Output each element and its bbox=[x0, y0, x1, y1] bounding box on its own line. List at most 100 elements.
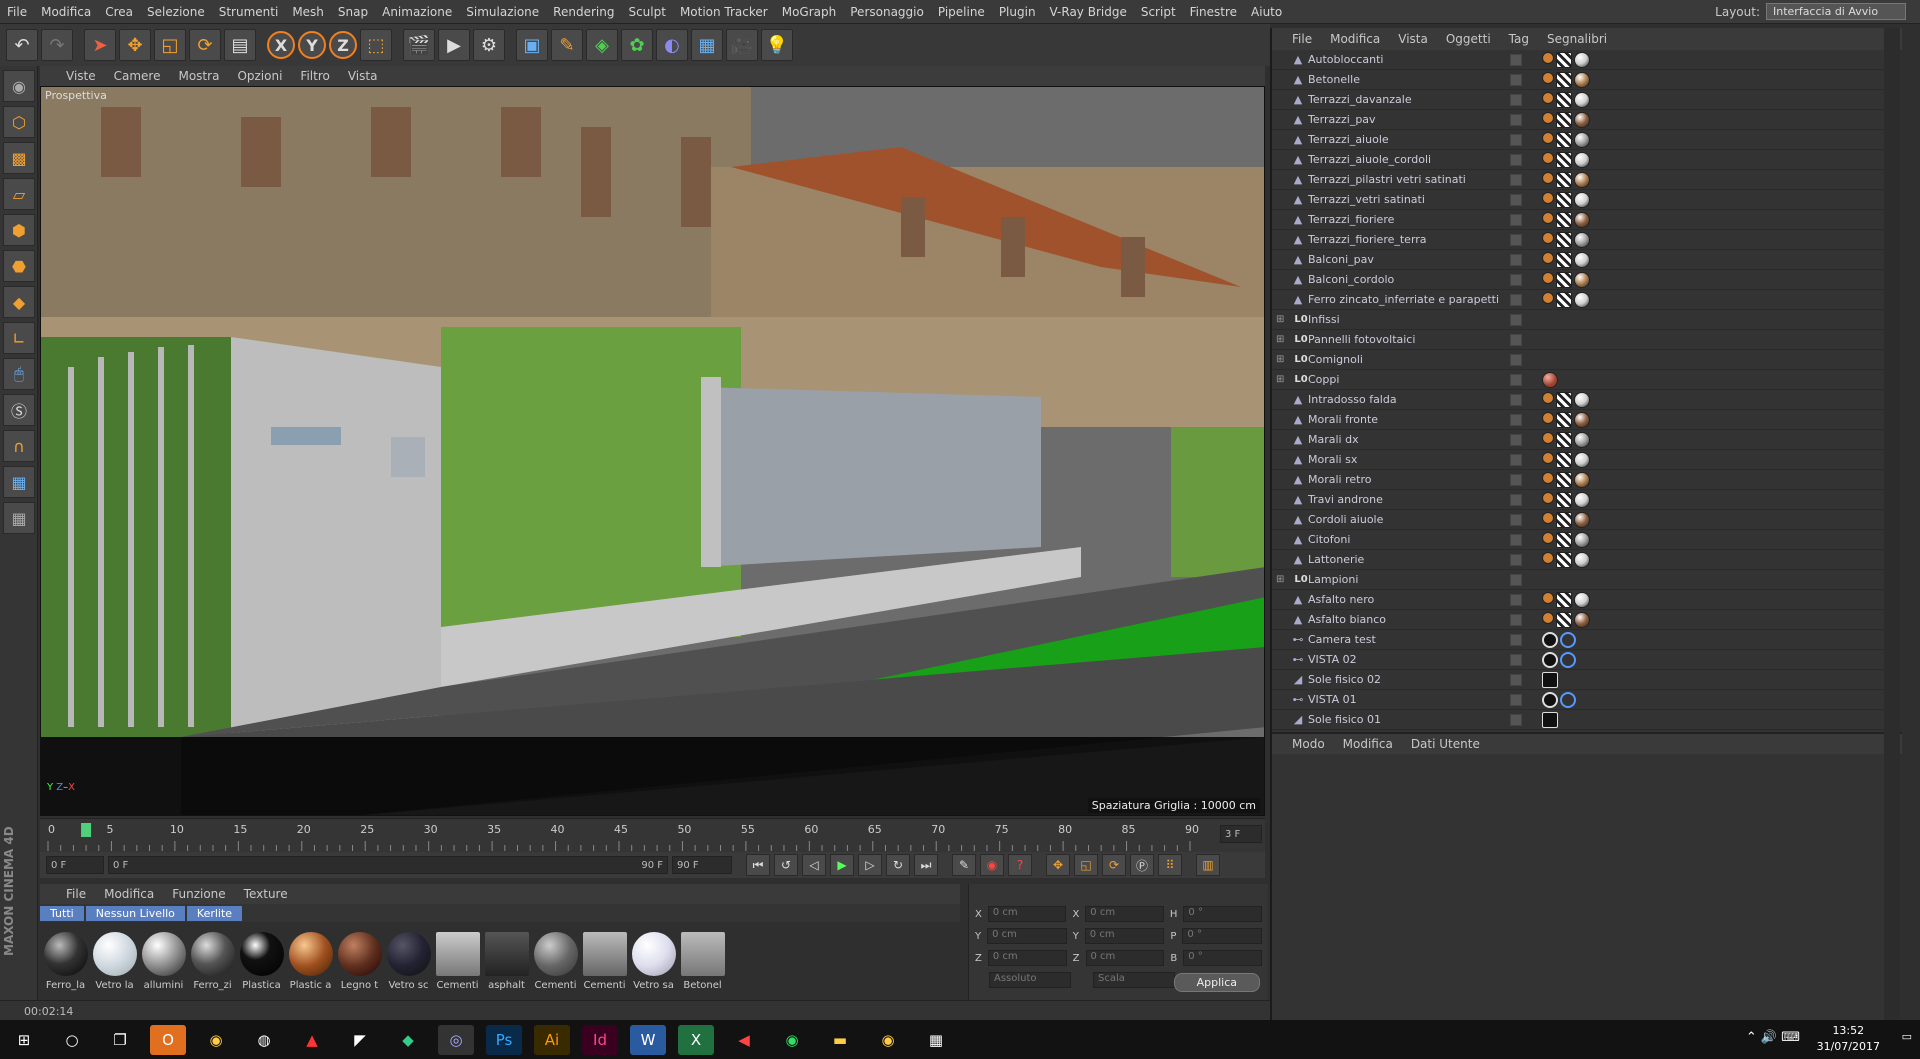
uvw-tag-icon[interactable] bbox=[1556, 271, 1572, 288]
axis-mode-icon[interactable]: ∟ bbox=[3, 322, 35, 354]
visibility-toggle[interactable] bbox=[1510, 653, 1522, 666]
object-row[interactable]: ⊷ Camera test bbox=[1272, 630, 1887, 650]
phong-tag-icon[interactable] bbox=[1542, 291, 1554, 304]
object-menu-item[interactable]: Modifica bbox=[1330, 32, 1380, 46]
pos-y-field[interactable]: 0 cm bbox=[987, 928, 1067, 944]
material-tag-icon[interactable] bbox=[1574, 611, 1590, 628]
task-view-icon[interactable]: ❐ bbox=[102, 1025, 138, 1055]
edges-mode-icon[interactable]: ⬣ bbox=[3, 250, 35, 282]
phong-tag-icon[interactable] bbox=[1542, 611, 1554, 624]
material-tag-icon[interactable] bbox=[1542, 371, 1558, 388]
keyframe-selection-icon[interactable]: ? bbox=[1008, 854, 1032, 876]
material-item[interactable]: Vetro sc bbox=[385, 932, 432, 1000]
object-row[interactable]: ▲ Terrazzi_pilastri vetri satinati bbox=[1272, 170, 1887, 190]
menu-item[interactable]: Animazione bbox=[375, 5, 459, 19]
object-menu-item[interactable]: File bbox=[1292, 32, 1312, 46]
material-item[interactable]: Cementi bbox=[532, 932, 579, 1000]
next-frame-icon[interactable]: ▷ bbox=[858, 854, 882, 876]
word-icon[interactable]: W bbox=[630, 1024, 666, 1055]
make-editable-icon[interactable]: ◉ bbox=[3, 70, 35, 102]
uvw-tag-icon[interactable] bbox=[1556, 411, 1572, 428]
object-row[interactable]: ▲ Cordoli aiuole bbox=[1272, 510, 1887, 530]
menu-item[interactable]: Motion Tracker bbox=[673, 5, 775, 19]
material-tab[interactable]: Tutti bbox=[40, 905, 84, 921]
search-icon[interactable]: ○ bbox=[54, 1025, 90, 1055]
uvw-tag-icon[interactable] bbox=[1556, 551, 1572, 568]
uvw-tag-icon[interactable] bbox=[1556, 291, 1572, 308]
material-tag-icon[interactable] bbox=[1574, 491, 1590, 508]
light-icon[interactable]: 💡 bbox=[761, 29, 793, 61]
material-tag-icon[interactable] bbox=[1574, 411, 1590, 428]
object-row[interactable]: ▲ Asfalto bianco bbox=[1272, 610, 1887, 630]
object-row[interactable]: ▲ Terrazzi_vetri satinati bbox=[1272, 190, 1887, 210]
subdivision-icon[interactable]: ◈ bbox=[586, 29, 618, 61]
menu-item[interactable]: Modifica bbox=[34, 5, 98, 19]
object-row[interactable]: ⊞ L0 Coppi bbox=[1272, 370, 1887, 390]
play-icon[interactable]: ▶ bbox=[830, 854, 854, 876]
visibility-toggle[interactable] bbox=[1510, 633, 1522, 646]
material-item[interactable]: Legno t bbox=[336, 932, 383, 1000]
object-row[interactable]: ▲ Morali retro bbox=[1272, 470, 1887, 490]
uvw-tag-icon[interactable] bbox=[1556, 91, 1572, 108]
object-row[interactable]: ▲ Terrazzi_fioriere_terra bbox=[1272, 230, 1887, 250]
sketchup-icon[interactable]: ◆ bbox=[390, 1025, 426, 1055]
visibility-toggle[interactable] bbox=[1510, 293, 1522, 306]
material-tag-icon[interactable] bbox=[1574, 211, 1590, 228]
viewport-menu-item[interactable]: Viste bbox=[66, 69, 96, 83]
visibility-toggle[interactable] bbox=[1510, 373, 1522, 386]
phong-tag-icon[interactable] bbox=[1542, 451, 1554, 464]
menu-item[interactable]: Simulazione bbox=[459, 5, 546, 19]
material-item[interactable]: Vetro la bbox=[91, 932, 138, 1000]
uvw-tag-icon[interactable] bbox=[1556, 451, 1572, 468]
recent-tools-icon[interactable]: ▤ bbox=[224, 29, 256, 61]
coord-system-icon[interactable]: ⬚ bbox=[360, 29, 392, 61]
visibility-toggle[interactable] bbox=[1510, 173, 1522, 186]
object-row[interactable]: ▲ Betonelle bbox=[1272, 70, 1887, 90]
object-menu-item[interactable]: Vista bbox=[1398, 32, 1428, 46]
file-explorer-icon[interactable]: ▬ bbox=[822, 1025, 858, 1055]
phong-tag-icon[interactable] bbox=[1542, 251, 1554, 264]
material-menu-item[interactable]: File bbox=[66, 887, 86, 901]
object-row[interactable]: ▲ Terrazzi_davanzale bbox=[1272, 90, 1887, 110]
size-mode-select[interactable]: Scala bbox=[1093, 972, 1175, 988]
object-row[interactable]: ▲ Terrazzi_fioriere bbox=[1272, 210, 1887, 230]
visibility-toggle[interactable] bbox=[1510, 473, 1522, 486]
app2-icon[interactable]: ◤ bbox=[342, 1025, 378, 1055]
rotate-icon[interactable]: ⟳ bbox=[189, 29, 221, 61]
menu-item[interactable]: File bbox=[0, 5, 34, 19]
uvw-tag-icon[interactable] bbox=[1556, 231, 1572, 248]
uvw-tag-icon[interactable] bbox=[1556, 131, 1572, 148]
apply-button[interactable]: Applica bbox=[1173, 973, 1260, 992]
object-row[interactable]: ⊷ VISTA 01 bbox=[1272, 690, 1887, 710]
menu-item[interactable]: V-Ray Bridge bbox=[1043, 5, 1134, 19]
visibility-toggle[interactable] bbox=[1510, 553, 1522, 566]
app-icon[interactable]: ◍ bbox=[246, 1025, 282, 1055]
object-row[interactable]: ▲ Morali fronte bbox=[1272, 410, 1887, 430]
photoshop-icon[interactable]: Ps bbox=[486, 1024, 522, 1055]
z-axis-icon[interactable]: Z bbox=[329, 31, 357, 59]
phong-tag-icon[interactable] bbox=[1542, 71, 1554, 84]
object-row[interactable]: ▲ Marali dx bbox=[1272, 430, 1887, 450]
uvw-tag-icon[interactable] bbox=[1556, 531, 1572, 548]
visibility-toggle[interactable] bbox=[1510, 193, 1522, 206]
material-tag-icon[interactable] bbox=[1574, 551, 1590, 568]
uvw-tag-icon[interactable] bbox=[1556, 151, 1572, 168]
render-picture-icon[interactable]: ▶ bbox=[438, 29, 470, 61]
expand-icon[interactable]: ⊞ bbox=[1276, 334, 1284, 345]
phong-tag-icon[interactable] bbox=[1542, 491, 1554, 504]
material-tag-icon[interactable] bbox=[1574, 171, 1590, 188]
material-item[interactable]: Betonel bbox=[679, 932, 726, 1000]
visibility-toggle[interactable] bbox=[1510, 233, 1522, 246]
redo-icon[interactable]: ↷ bbox=[41, 29, 73, 61]
tweak-icon[interactable]: 🖱 bbox=[3, 358, 35, 390]
camera-tag-icon[interactable] bbox=[1542, 651, 1558, 668]
uvw-tag-icon[interactable] bbox=[1556, 211, 1572, 228]
sun-tag-icon[interactable] bbox=[1542, 711, 1558, 728]
pdf-icon[interactable]: ◀ bbox=[726, 1025, 762, 1055]
material-item[interactable]: Ferro_zi bbox=[189, 932, 236, 1000]
key-pla-icon[interactable]: ⠿ bbox=[1158, 854, 1182, 876]
object-row[interactable]: ▲ Balconi_pav bbox=[1272, 250, 1887, 270]
material-tab[interactable]: Kerlite bbox=[186, 905, 243, 921]
object-row[interactable]: ▲ Citofoni bbox=[1272, 530, 1887, 550]
visibility-toggle[interactable] bbox=[1510, 333, 1522, 346]
